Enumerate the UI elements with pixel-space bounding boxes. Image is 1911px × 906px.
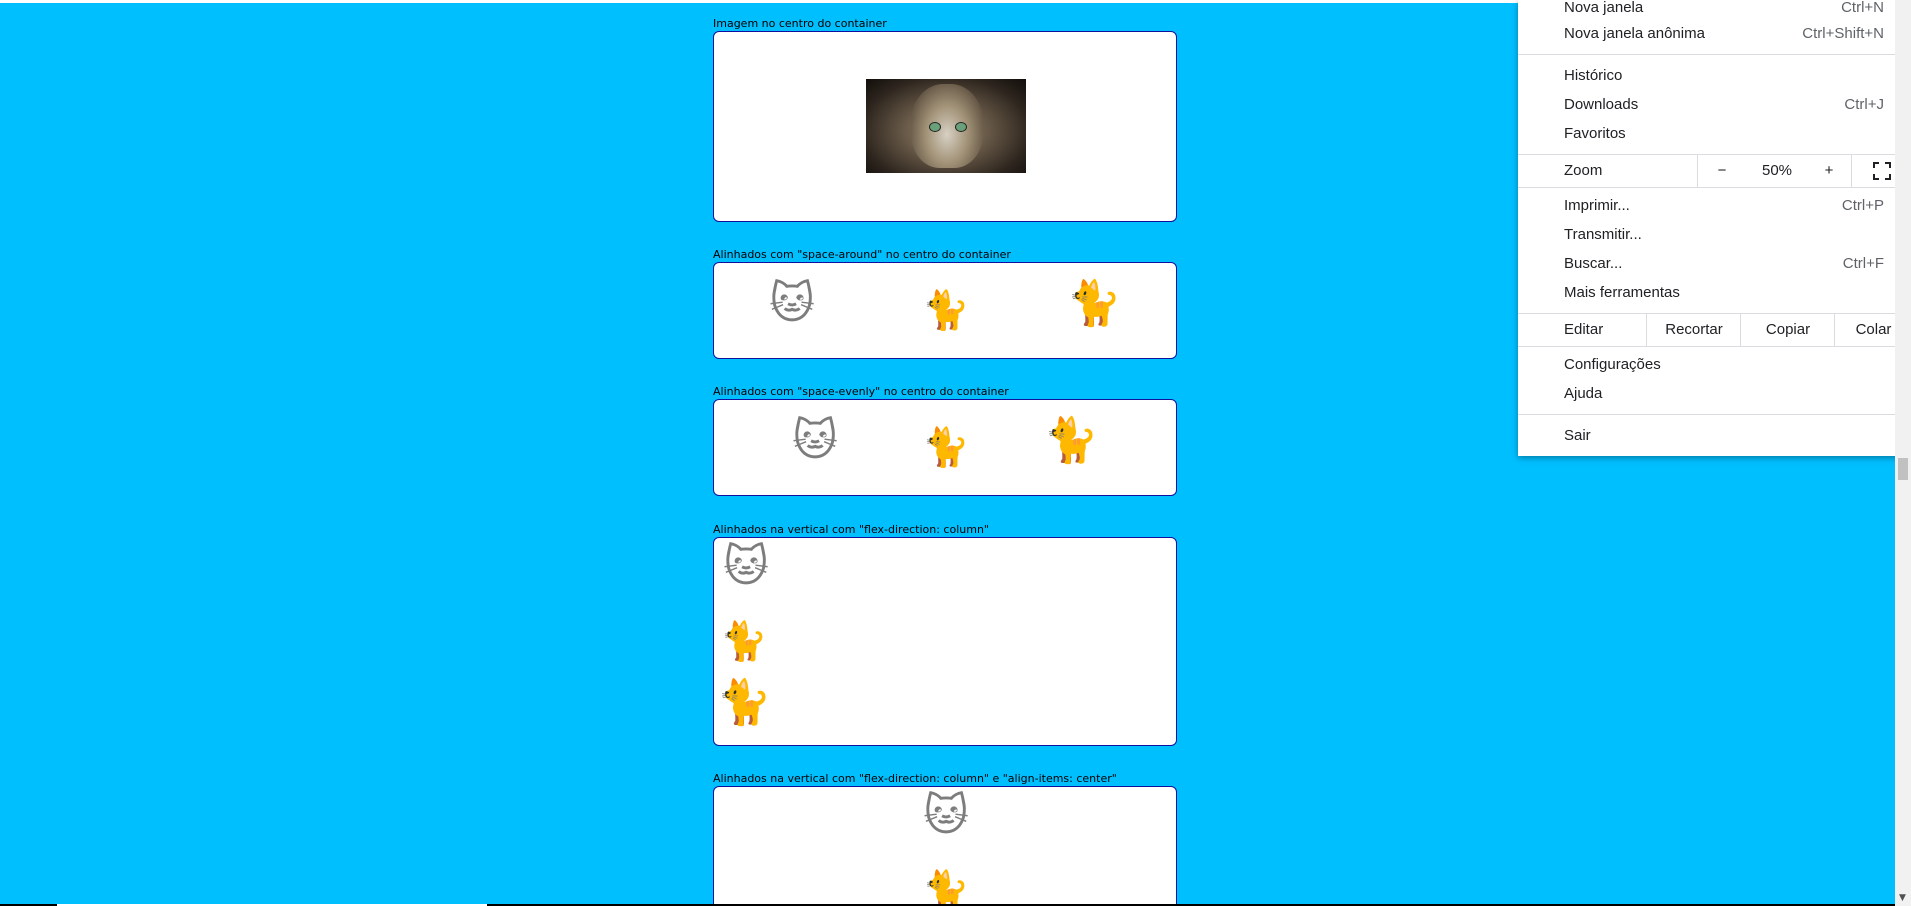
edit-label: Editar — [1564, 321, 1604, 338]
container-center-image — [713, 31, 1177, 222]
menu-item-settings[interactable]: Configurações — [1518, 351, 1911, 379]
menu-item-label: Nova janela — [1564, 0, 1644, 16]
cat-photo-head — [911, 84, 983, 168]
scrollbar-thumb[interactable] — [1898, 458, 1908, 480]
browser-menu: Nova janela Ctrl+N Nova janela anônima C… — [1518, 0, 1911, 456]
container-column: 🐱 🐈 🐈 — [713, 537, 1177, 746]
menu-item-shortcut: Ctrl+N — [1841, 0, 1884, 16]
section-label-space-evenly: Alinhados com "space-evenly" no centro d… — [713, 385, 1009, 398]
menu-item-label: Histórico — [1564, 67, 1623, 84]
section-label-space-around: Alinhados com "space-around" no centro d… — [713, 248, 1011, 261]
menu-item-shortcut: Ctrl+F — [1842, 255, 1884, 272]
white-cat-icon: 🐈 — [922, 288, 970, 332]
orange-cat-icon: 🐈 — [1043, 415, 1099, 466]
menu-item-exit[interactable]: Sair — [1518, 422, 1911, 450]
container-space-evenly: 🐱 🐈 🐈 — [713, 399, 1177, 496]
menu-item-incognito[interactable]: Nova janela anônima Ctrl+Shift+N — [1518, 20, 1911, 48]
menu-item-print[interactable]: Imprimir... Ctrl+P — [1518, 192, 1911, 220]
menu-item-shortcut: Ctrl+J — [1844, 96, 1884, 113]
menu-item-label: Sair — [1564, 427, 1591, 444]
menu-item-label: Imprimir... — [1564, 197, 1630, 214]
orange-cat-icon: 🐈 — [1066, 278, 1122, 329]
cut-button[interactable]: Recortar — [1646, 314, 1741, 346]
tabby-cat-icon: 🐱 — [723, 541, 769, 592]
menu-item-shortcut: Ctrl+P — [1841, 197, 1884, 214]
zoom-label: Zoom — [1564, 162, 1603, 179]
cat-photo-eye-left — [929, 122, 941, 132]
menu-item-label: Favoritos — [1564, 125, 1626, 142]
menu-separator — [1518, 187, 1911, 188]
fullscreen-icon — [1873, 162, 1891, 181]
tabby-cat-icon: 🐱 — [923, 790, 969, 841]
zoom-in-button[interactable]: + — [1809, 155, 1849, 187]
tabby-cat-icon: 🐱 — [792, 415, 838, 466]
menu-edit-row: Editar Recortar Copiar Colar — [1518, 314, 1911, 346]
menu-item-cast[interactable]: Transmitir... — [1518, 221, 1911, 249]
white-cat-icon: 🐈 — [922, 425, 970, 469]
zoom-out-button[interactable]: − — [1697, 155, 1746, 187]
section-label-column-center: Alinhados na vertical com "flex-directio… — [713, 772, 1117, 785]
menu-item-find[interactable]: Buscar... Ctrl+F — [1518, 250, 1911, 278]
menu-item-history[interactable]: Histórico ▶ — [1518, 62, 1911, 90]
menu-item-downloads[interactable]: Downloads Ctrl+J — [1518, 91, 1911, 119]
menu-item-more-tools[interactable]: Mais ferramentas ▶ — [1518, 279, 1911, 307]
menu-item-label: Nova janela anônima — [1564, 25, 1705, 42]
menu-separator — [1518, 54, 1911, 55]
vertical-scrollbar[interactable] — [1895, 0, 1911, 906]
orange-cat-icon: 🐈 — [716, 677, 772, 728]
menu-item-bookmarks[interactable]: Favoritos ▶ — [1518, 120, 1911, 148]
menu-item-label: Configurações — [1564, 356, 1661, 373]
copy-button[interactable]: Copiar — [1740, 314, 1835, 346]
menu-separator — [1518, 346, 1911, 347]
container-space-around: 🐱 🐈 🐈 — [713, 262, 1177, 359]
tabby-cat-icon: 🐱 — [769, 278, 815, 329]
cat-photo-eye-right — [955, 122, 967, 132]
section-label-center-image: Imagem no centro do container — [713, 17, 887, 30]
white-cat-icon: 🐈 — [720, 619, 768, 663]
menu-item-shortcut: Ctrl+Shift+N — [1802, 25, 1884, 42]
container-column-center: 🐱 🐈 — [713, 786, 1177, 904]
menu-item-help[interactable]: Ajuda ▶ — [1518, 380, 1911, 408]
section-label-column: Alinhados na vertical com "flex-directio… — [713, 523, 989, 536]
cat-photo — [866, 79, 1026, 173]
white-cat-icon: 🐈 — [922, 868, 970, 904]
menu-item-label: Transmitir... — [1564, 226, 1642, 243]
menu-item-label: Mais ferramentas — [1564, 284, 1680, 301]
menu-item-label: Buscar... — [1564, 255, 1623, 272]
menu-item-label: Downloads — [1564, 96, 1639, 113]
menu-item-new-window[interactable]: Nova janela Ctrl+N — [1518, 0, 1911, 22]
menu-item-label: Ajuda — [1564, 385, 1603, 402]
menu-separator — [1518, 414, 1911, 415]
scroll-down-arrow-icon[interactable]: ▼ — [1899, 893, 1906, 903]
zoom-value: 50% — [1761, 162, 1793, 179]
menu-zoom-row: Zoom − 50% + — [1518, 155, 1911, 187]
